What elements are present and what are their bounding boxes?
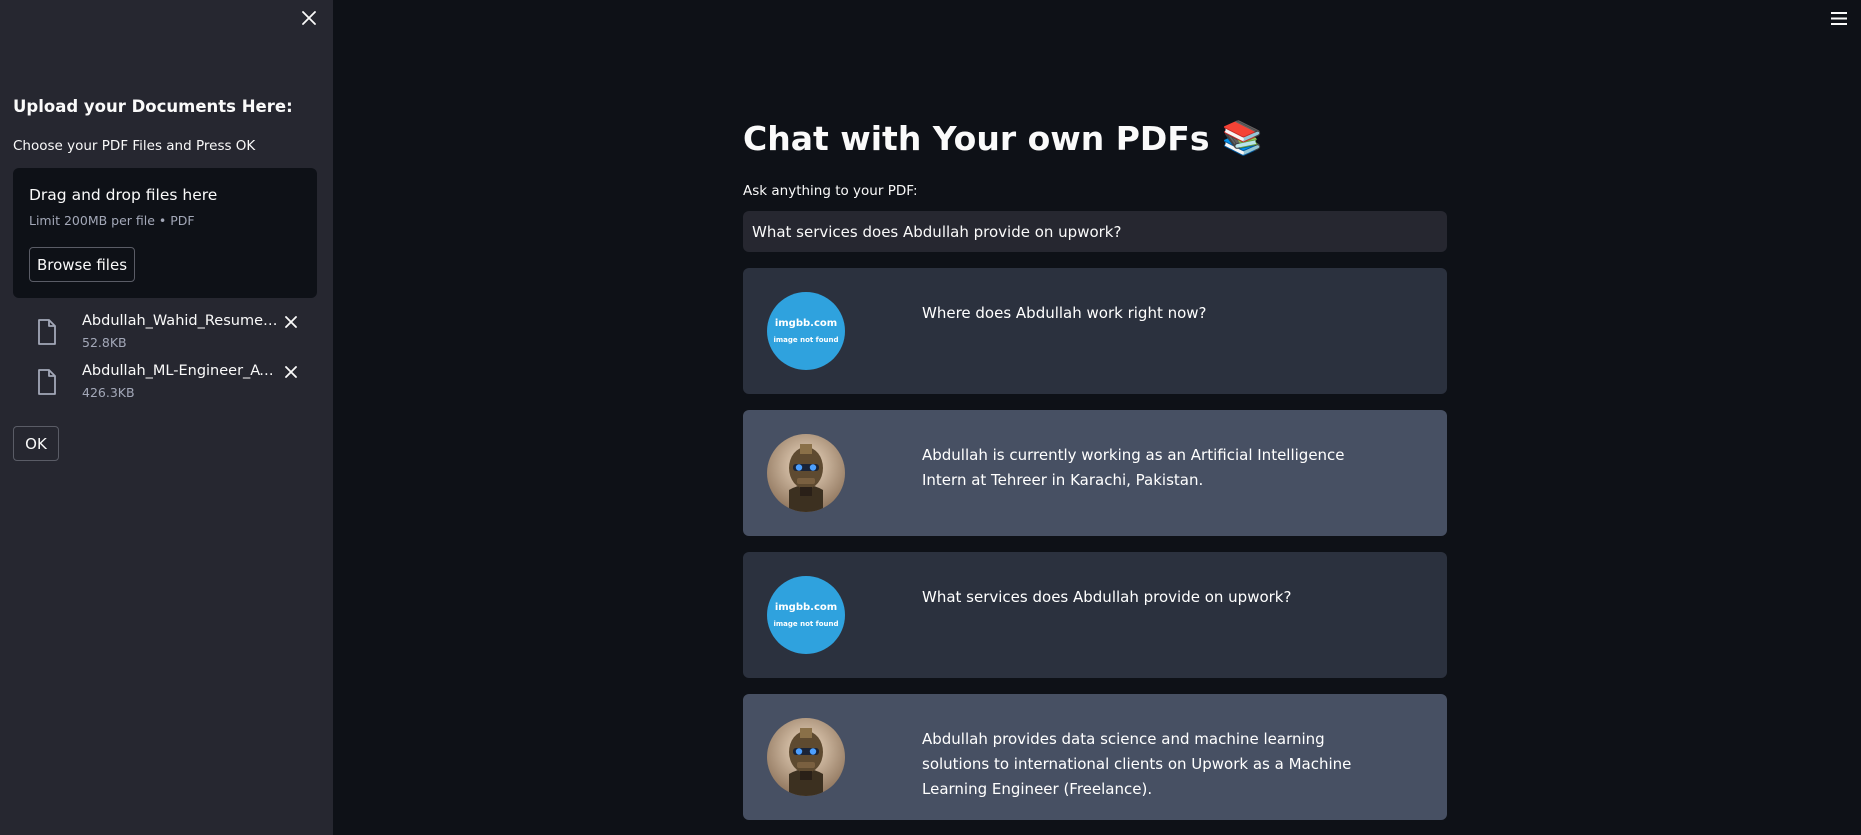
question-input[interactable] xyxy=(743,211,1447,252)
chat-message-bot: Abdullah is currently working as an Arti… xyxy=(743,410,1447,536)
message-text: What services does Abdullah provide on u… xyxy=(922,588,1292,606)
close-icon xyxy=(285,316,297,328)
file-size: 52.8KB xyxy=(82,335,127,350)
user-avatar: imgbb.com image not found xyxy=(767,292,845,370)
file-icon xyxy=(38,369,56,395)
avatar-placeholder-title: imgbb.com xyxy=(774,318,838,329)
bot-avatar xyxy=(767,434,845,512)
file-icon xyxy=(38,319,56,345)
question-input-label: Ask anything to your PDF: xyxy=(743,183,918,199)
avatar-placeholder-title: imgbb.com xyxy=(774,602,838,613)
message-text: Abdullah is currently working as an Arti… xyxy=(922,446,1345,489)
main-menu-button[interactable] xyxy=(1828,8,1850,28)
remove-file-button[interactable] xyxy=(282,363,300,381)
chat-message-user: imgbb.com image not found What services … xyxy=(743,552,1447,678)
file-dropzone[interactable]: Drag and drop files here Limit 200MB per… xyxy=(13,168,317,298)
close-sidebar-button[interactable] xyxy=(299,8,319,28)
file-name: Abdullah_ML-Engineer_ATS… xyxy=(82,363,282,379)
remove-file-button[interactable] xyxy=(282,313,300,331)
close-icon xyxy=(285,366,297,378)
chat-message-bot: Abdullah provides data science and machi… xyxy=(743,694,1447,820)
page-title: Chat with Your own PDFs 📚 xyxy=(743,118,1263,158)
dropzone-limit: Limit 200MB per file • PDF xyxy=(29,213,195,228)
avatar-placeholder-subtitle: image not found xyxy=(773,620,839,628)
robot-avatar-image xyxy=(767,434,845,512)
bot-avatar xyxy=(767,718,845,796)
page-title-text: Chat with Your own PDFs xyxy=(743,118,1210,158)
uploaded-file-item: Abdullah_ML-Engineer_ATS… 426.3KB xyxy=(36,363,306,403)
uploader-label: Choose your PDF Files and Press OK xyxy=(13,138,256,154)
sidebar: Upload your Documents Here: Choose your … xyxy=(0,0,333,835)
chat-message-user: imgbb.com image not found Where does Abd… xyxy=(743,268,1447,394)
message-text: Abdullah provides data science and machi… xyxy=(922,730,1352,798)
hamburger-menu-icon xyxy=(1831,11,1847,25)
avatar-placeholder-subtitle: image not found xyxy=(773,336,839,344)
file-size: 426.3KB xyxy=(82,385,135,400)
message-text: Where does Abdullah work right now? xyxy=(922,304,1207,322)
dropzone-title: Drag and drop files here xyxy=(29,186,218,204)
uploaded-file-item: Abdullah_Wahid_Resume_… 52.8KB xyxy=(36,313,306,353)
books-emoji: 📚 xyxy=(1221,118,1263,157)
sidebar-title: Upload your Documents Here: xyxy=(13,97,293,116)
robot-avatar-image xyxy=(767,718,845,796)
browse-files-button[interactable]: Browse files xyxy=(29,247,135,282)
close-icon xyxy=(302,11,316,25)
file-name: Abdullah_Wahid_Resume_… xyxy=(82,313,282,329)
user-avatar: imgbb.com image not found xyxy=(767,576,845,654)
ok-button[interactable]: OK xyxy=(13,426,59,461)
